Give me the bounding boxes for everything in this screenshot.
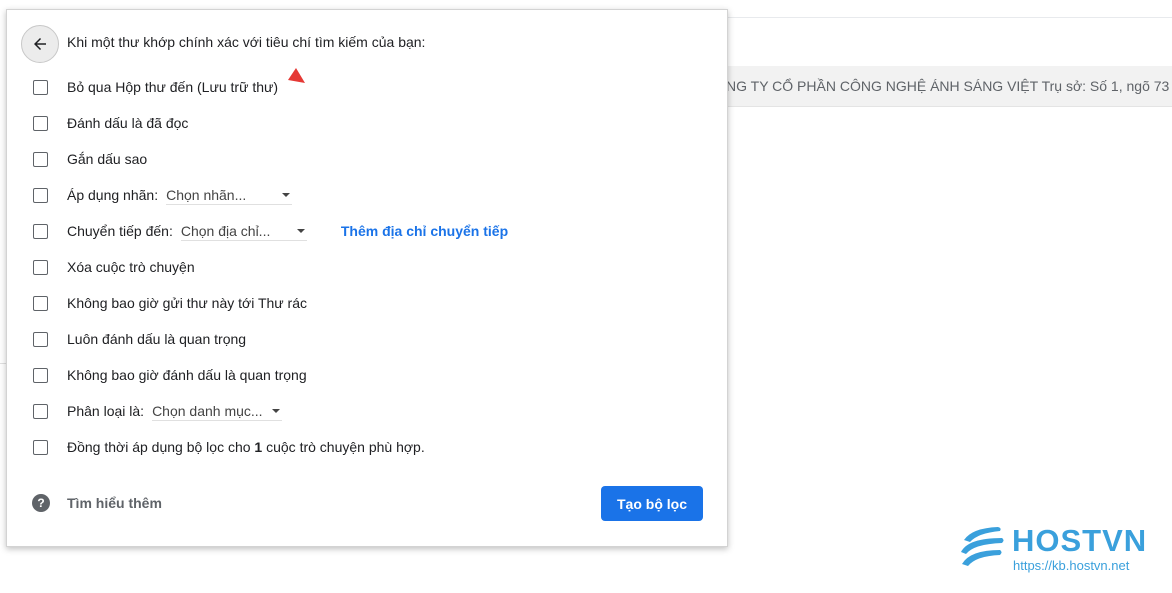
label-select-dropdown[interactable]: Chọn nhãn... (166, 185, 293, 205)
dropdown-arrow-icon (282, 192, 291, 197)
help-circle-icon[interactable]: ? (32, 494, 50, 512)
hostvn-logo-icon (961, 527, 1004, 566)
background-divider (726, 17, 1172, 18)
option-label: Bỏ qua Hộp thư đến (Lưu trữ thư) (67, 79, 279, 95)
watermark-brand: HOSTVN (1012, 523, 1148, 558)
forward-address-dropdown[interactable]: Chọn địa chỉ... (180, 221, 307, 241)
option-never-spam: Không bao giờ gửi thư này tới Thư rác (33, 293, 307, 313)
back-button[interactable] (21, 25, 59, 63)
option-skip-inbox: Bỏ qua Hộp thư đến (Lưu trữ thư) (33, 77, 278, 97)
checkbox[interactable] (33, 223, 48, 239)
filter-actions-dialog: Khi một thư khớp chính xác với tiêu chí … (6, 9, 728, 547)
checkbox[interactable] (33, 259, 48, 275)
option-label: Gắn dấu sao (67, 151, 148, 167)
checkbox[interactable] (33, 115, 48, 131)
background-email-row[interactable]: NG TY CỔ PHẦN CÔNG NGHỆ ÁNH SÁNG VIỆT Tr… (726, 66, 1172, 107)
background-email-snippet: NG TY CỔ PHẦN CÔNG NGHỆ ÁNH SÁNG VIỆT Tr… (726, 78, 1172, 94)
label-prefix: Đồng thời áp dụng bộ lọc cho (67, 439, 255, 455)
option-forward-to: Chuyển tiếp đến: Chọn địa chỉ... Thêm đị… (33, 221, 508, 241)
dropdown-value: Chọn địa chỉ... (180, 222, 271, 239)
dialog-header: Khi một thư khớp chính xác với tiêu chí … (67, 34, 426, 50)
checkbox[interactable] (33, 151, 48, 167)
checkbox[interactable] (33, 79, 48, 95)
arrow-back-icon (34, 38, 46, 50)
option-label: Chuyển tiếp đến: (67, 223, 173, 239)
option-label: Xóa cuộc trò chuyện (67, 259, 195, 275)
checkbox[interactable] (33, 439, 48, 455)
category-select-dropdown[interactable]: Chọn danh mục... (152, 401, 283, 421)
option-categorize: Phân loại là: Chọn danh mục... (33, 401, 283, 421)
checkbox[interactable] (33, 403, 48, 419)
option-delete-conversation: Xóa cuộc trò chuyện (33, 257, 195, 277)
option-label: Luôn đánh dấu là quan trọng (67, 331, 247, 347)
option-never-important: Không bao giờ đánh dấu là quan trọng (33, 365, 307, 385)
dropdown-arrow-icon (272, 408, 281, 413)
dropdown-arrow-icon (296, 228, 305, 233)
option-label: Không bao giờ đánh dấu là quan trọng (67, 367, 307, 383)
add-forwarding-address-link[interactable]: Thêm địa chỉ chuyển tiếp (341, 223, 508, 239)
checkbox[interactable] (33, 331, 48, 347)
option-label: Không bao giờ gửi thư này tới Thư rác (67, 295, 308, 311)
checkbox[interactable] (33, 295, 48, 311)
checkbox[interactable] (33, 187, 48, 203)
option-apply-label: Áp dụng nhãn: Chọn nhãn... (33, 185, 293, 205)
red-pointer-arrow-icon (288, 68, 305, 83)
option-label: Áp dụng nhãn: (67, 187, 159, 203)
option-label: Đánh dấu là đã đọc (67, 115, 189, 131)
watermark-url: https://kb.hostvn.net (1013, 558, 1130, 573)
option-label: Đồng thời áp dụng bộ lọc cho 1 cuộc trò … (67, 439, 425, 455)
option-label: Phân loại là: (67, 403, 145, 419)
dropdown-value: Chọn nhãn... (166, 186, 247, 203)
create-filter-button[interactable]: Tạo bộ lọc (601, 486, 703, 521)
checkbox[interactable] (33, 367, 48, 383)
dropdown-value: Chọn danh mục... (152, 402, 263, 419)
learn-more-link[interactable]: Tìm hiểu thêm (67, 494, 162, 512)
option-always-important: Luôn đánh dấu là quan trọng (33, 329, 246, 349)
option-apply-to-matching: Đồng thời áp dụng bộ lọc cho 1 cuộc trò … (33, 437, 425, 457)
option-star-it: Gắn dấu sao (33, 149, 147, 169)
option-mark-as-read: Đánh dấu là đã đọc (33, 113, 188, 133)
label-suffix: cuộc trò chuyện phù hợp. (262, 439, 425, 455)
help-glyph: ? (37, 496, 45, 510)
